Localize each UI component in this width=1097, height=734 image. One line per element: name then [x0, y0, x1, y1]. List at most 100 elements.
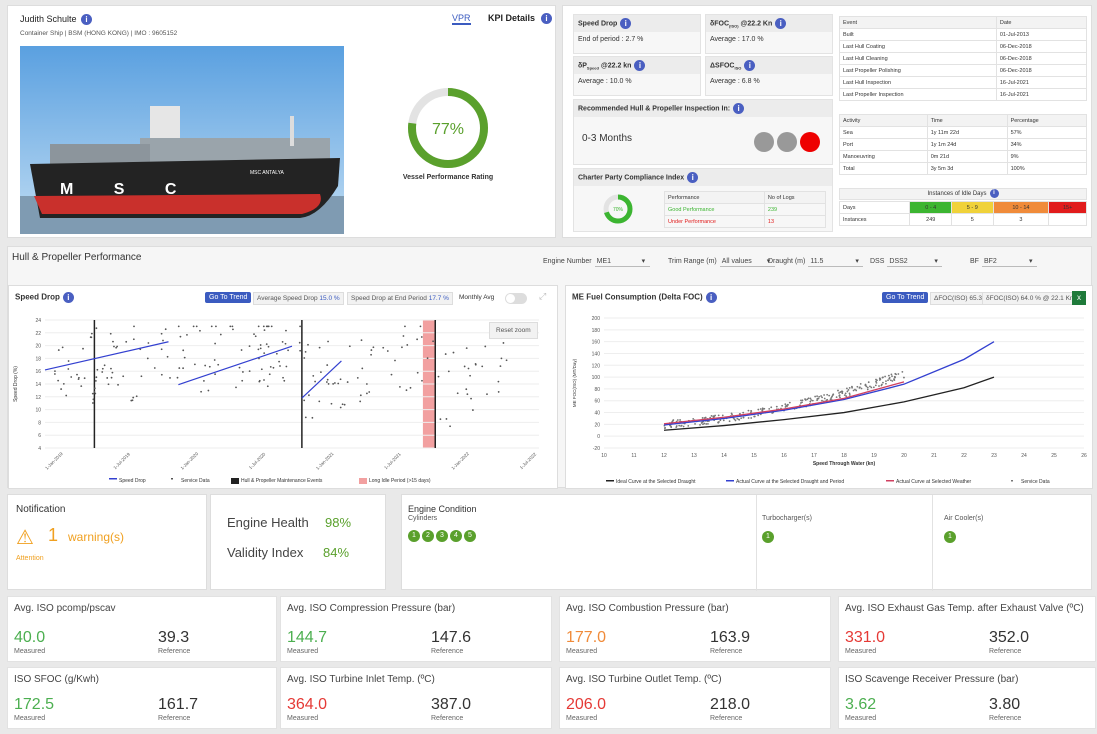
idle-count: 5 — [951, 213, 994, 226]
service-data-point — [359, 394, 362, 397]
service-data-point — [753, 415, 756, 418]
measured-label: Measured — [566, 648, 598, 655]
service-data-point — [267, 345, 270, 348]
hull-text: M S C — [60, 181, 194, 198]
excel-export-icon[interactable]: x — [1072, 291, 1086, 305]
hull-propeller-title: Hull & Propeller Performance — [12, 252, 142, 263]
service-data-point — [897, 373, 900, 375]
activity-time: 1y 11m 22d — [926, 126, 1008, 139]
info-icon[interactable]: i — [62, 292, 74, 303]
service-data-point — [463, 365, 466, 368]
legend-marker — [359, 478, 367, 484]
activity-time: 1y 1m 24d — [926, 138, 1008, 151]
info-icon[interactable]: i — [775, 18, 787, 29]
activity-row: Total 3y 5m 3d 100% — [839, 162, 1088, 175]
service-data-point — [299, 349, 302, 352]
service-data-point — [835, 396, 838, 399]
service-data-point — [809, 397, 812, 400]
info-icon[interactable]: i — [634, 60, 646, 71]
expand-icon[interactable]: ⤢ — [539, 291, 546, 302]
idle-range: 0 - 4 — [909, 201, 953, 214]
kpi-info-icon[interactable]: i — [541, 13, 552, 24]
y-tick-label: -20 — [593, 446, 600, 452]
service-data-point — [269, 365, 272, 368]
service-data-point — [893, 379, 896, 382]
info-icon[interactable]: i — [687, 172, 699, 183]
metric-reference-value: 352.0 — [989, 629, 1030, 646]
info-icon[interactable]: i — [744, 60, 756, 71]
event-row: Last Hull Inspection 16-Jul-2021 — [839, 76, 1088, 89]
metric-reference-value: 161.7 — [158, 696, 199, 713]
service-data-point — [54, 370, 56, 373]
reset-zoom-button[interactable]: Reset zoom — [489, 322, 538, 339]
service-data-point — [103, 364, 106, 367]
service-data-point — [208, 365, 211, 368]
monthly-avg-toggle[interactable] — [505, 293, 527, 304]
vessel-info-icon[interactable]: i — [81, 14, 92, 25]
service-data-point — [146, 357, 149, 360]
service-data-point — [859, 382, 862, 385]
info-icon[interactable]: i — [620, 18, 632, 29]
service-data-point — [337, 382, 340, 385]
cylinder-4-indicator[interactable]: 4 — [450, 530, 462, 542]
info-icon[interactable]: i — [989, 189, 999, 198]
service-data-point — [179, 335, 182, 338]
warning-count: 1 — [48, 525, 59, 545]
tab-kpi-details[interactable]: KPI Details — [488, 13, 535, 23]
service-data-point — [312, 374, 315, 377]
service-data-point — [368, 391, 371, 393]
service-data-point — [456, 392, 459, 395]
service-data-point — [235, 386, 237, 389]
service-data-point — [809, 400, 812, 403]
y-axis-label: Speed Drop (%) — [13, 366, 19, 402]
service-data-point — [214, 373, 216, 376]
service-data-point — [110, 367, 112, 370]
cylinder-1-indicator[interactable]: 1 — [408, 530, 420, 542]
x-tick-label: 1-Jul-2019 — [112, 451, 131, 470]
service-data-point — [807, 397, 810, 400]
cylinder-2-indicator[interactable]: 2 — [422, 530, 434, 542]
foc-go-to-trend-button[interactable]: Go To Trend — [882, 292, 929, 303]
y-tick-label: 16 — [35, 369, 41, 375]
service-data-point — [788, 401, 791, 404]
service-data-point — [497, 380, 500, 383]
filter-trim[interactable]: Trim Range (m) All values ▾ — [668, 257, 775, 267]
speed-drop-go-to-trend-button[interactable]: Go To Trend — [205, 292, 252, 303]
metric-card: ISO Scavenge Receiver Pressure (bar) 3.62… — [838, 667, 1096, 729]
info-icon[interactable]: i — [705, 292, 717, 303]
service-data-point — [263, 352, 266, 355]
service-data-point — [887, 379, 889, 382]
filter-bf[interactable]: BF BF2 ▾ — [970, 257, 1037, 267]
service-data-point — [327, 340, 329, 343]
service-data-point — [330, 402, 333, 405]
service-data-point — [183, 356, 186, 359]
tab-vpr[interactable]: VPR — [452, 13, 471, 25]
air-cooler-1-indicator[interactable]: 1 — [944, 531, 956, 543]
chevron-down-icon: ▾ — [934, 258, 938, 265]
service-data-point — [327, 383, 330, 385]
hull-propeller-section: Hull & Propeller Performance Engine Numb… — [7, 246, 1093, 489]
y-tick-label: 8 — [38, 420, 41, 426]
event-name: Last Propeller Inspection — [839, 88, 997, 101]
filter-draught[interactable]: Draught (m) 11.5 ▾ — [768, 257, 864, 267]
filter-engine[interactable]: Engine Number ME1 ▾ — [543, 257, 650, 267]
series-line-1 — [663, 376, 995, 431]
recommend-kpi: Recommended Hull & Propeller Inspection … — [573, 99, 833, 165]
service-data-point — [94, 379, 97, 382]
service-data-point — [214, 342, 217, 345]
validity-index-value: 84% — [323, 545, 350, 560]
service-data-point — [838, 392, 840, 394]
x-tick-label: 13 — [691, 453, 697, 459]
service-data-point — [370, 349, 373, 351]
turbocharger-1-indicator[interactable]: 1 — [762, 531, 774, 543]
service-data-point — [131, 399, 134, 402]
info-icon[interactable]: i — [733, 103, 745, 114]
speed-drop-chart-card: Speed Drop i Go To Trend Average Speed Dr… — [8, 285, 558, 489]
cylinder-3-indicator[interactable]: 3 — [436, 530, 448, 542]
event-row: Last Hull Coating 06-Dec-2018 — [839, 40, 1088, 53]
y-tick-label: 140 — [592, 351, 601, 357]
speed-drop-kpi-value: End of period : 2.7 % — [578, 36, 644, 43]
service-data-point — [770, 406, 773, 409]
cylinder-5-indicator[interactable]: 5 — [464, 530, 476, 542]
filter-dss[interactable]: DSS DSS2 ▾ — [870, 257, 943, 267]
